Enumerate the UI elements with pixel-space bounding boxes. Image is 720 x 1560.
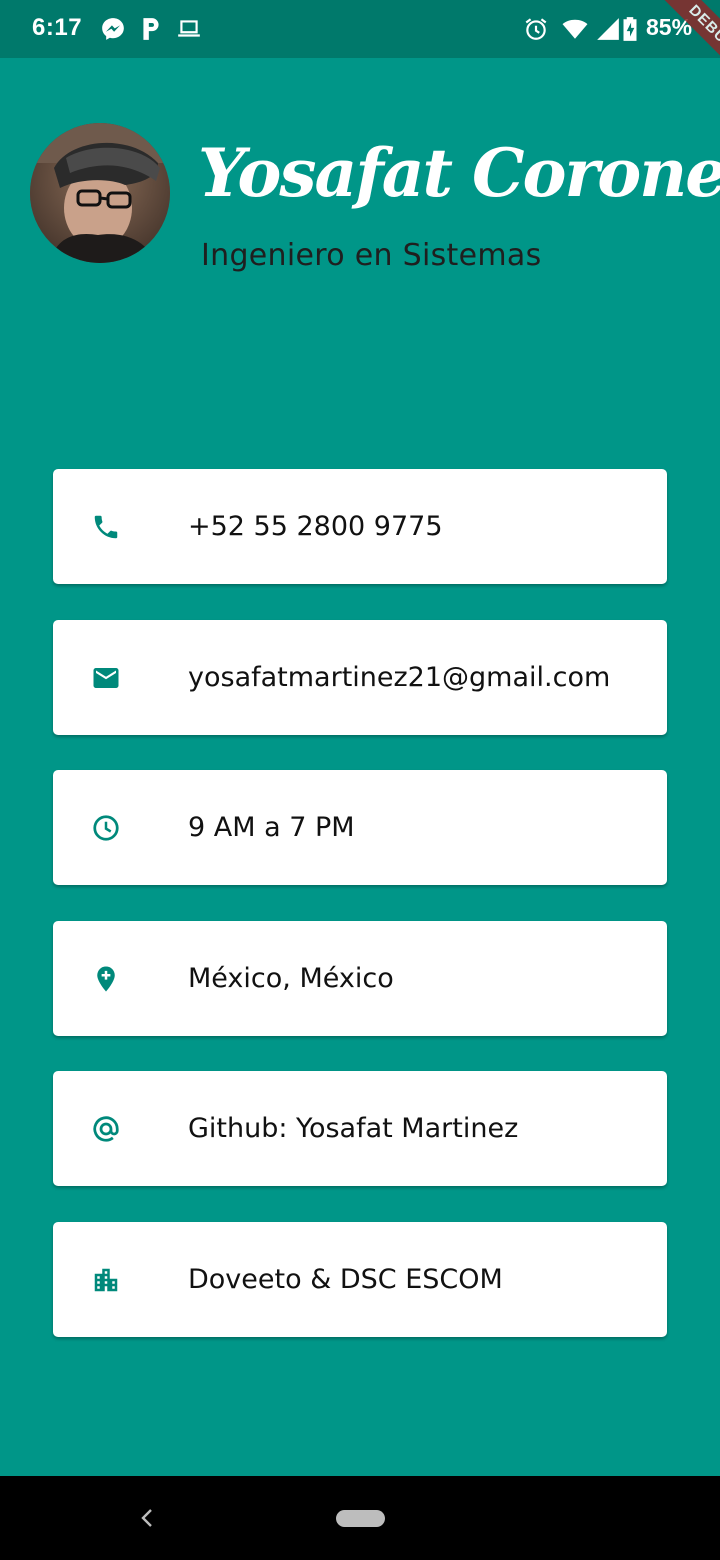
status-time: 6:17 — [32, 14, 83, 41]
p-icon — [143, 18, 159, 40]
building-icon — [94, 1268, 118, 1292]
battery-charging-icon — [623, 17, 637, 41]
contact-text: México, México — [188, 963, 394, 994]
at-icon — [93, 1116, 119, 1142]
contact-card-github[interactable]: Github: Yosafat Martinez — [53, 1071, 667, 1186]
alarm-icon — [525, 18, 547, 40]
signal-icon — [597, 18, 619, 40]
contact-card-hours[interactable]: 9 AM a 7 PM — [53, 770, 667, 885]
wifi-icon — [562, 19, 588, 39]
contact-text: +52 55 2800 9775 — [188, 511, 443, 542]
contact-text: yosafatmartinez21@gmail.com — [188, 662, 611, 693]
location-add-icon — [97, 966, 115, 992]
messenger-icon — [102, 18, 124, 40]
contact-text: Doveeto & DSC ESCOM — [188, 1264, 503, 1295]
contact-text: Github: Yosafat Martinez — [188, 1113, 519, 1144]
contact-text: 9 AM a 7 PM — [188, 812, 355, 843]
contact-card-email[interactable]: yosafatmartinez21@gmail.com — [53, 620, 667, 735]
navigation-bar — [0, 1476, 720, 1560]
clock-icon — [93, 815, 119, 841]
contact-card-phone[interactable]: +52 55 2800 9775 — [53, 469, 667, 584]
avatar — [30, 123, 170, 263]
contact-card-location[interactable]: México, México — [53, 921, 667, 1036]
back-icon[interactable] — [136, 1504, 158, 1532]
home-pill-button[interactable] — [336, 1510, 385, 1527]
contact-card-company[interactable]: Doveeto & DSC ESCOM — [53, 1222, 667, 1337]
laptop-icon — [178, 20, 200, 37]
phone-icon — [94, 515, 118, 539]
status-bar: 6:17 85% DEBUG — [0, 0, 720, 95]
avatar-photo — [30, 123, 170, 263]
mail-icon — [93, 668, 119, 688]
profile-subtitle: Ingeniero en Sistemas — [201, 238, 542, 273]
profile-name: Yosafat Coronel — [198, 134, 720, 212]
